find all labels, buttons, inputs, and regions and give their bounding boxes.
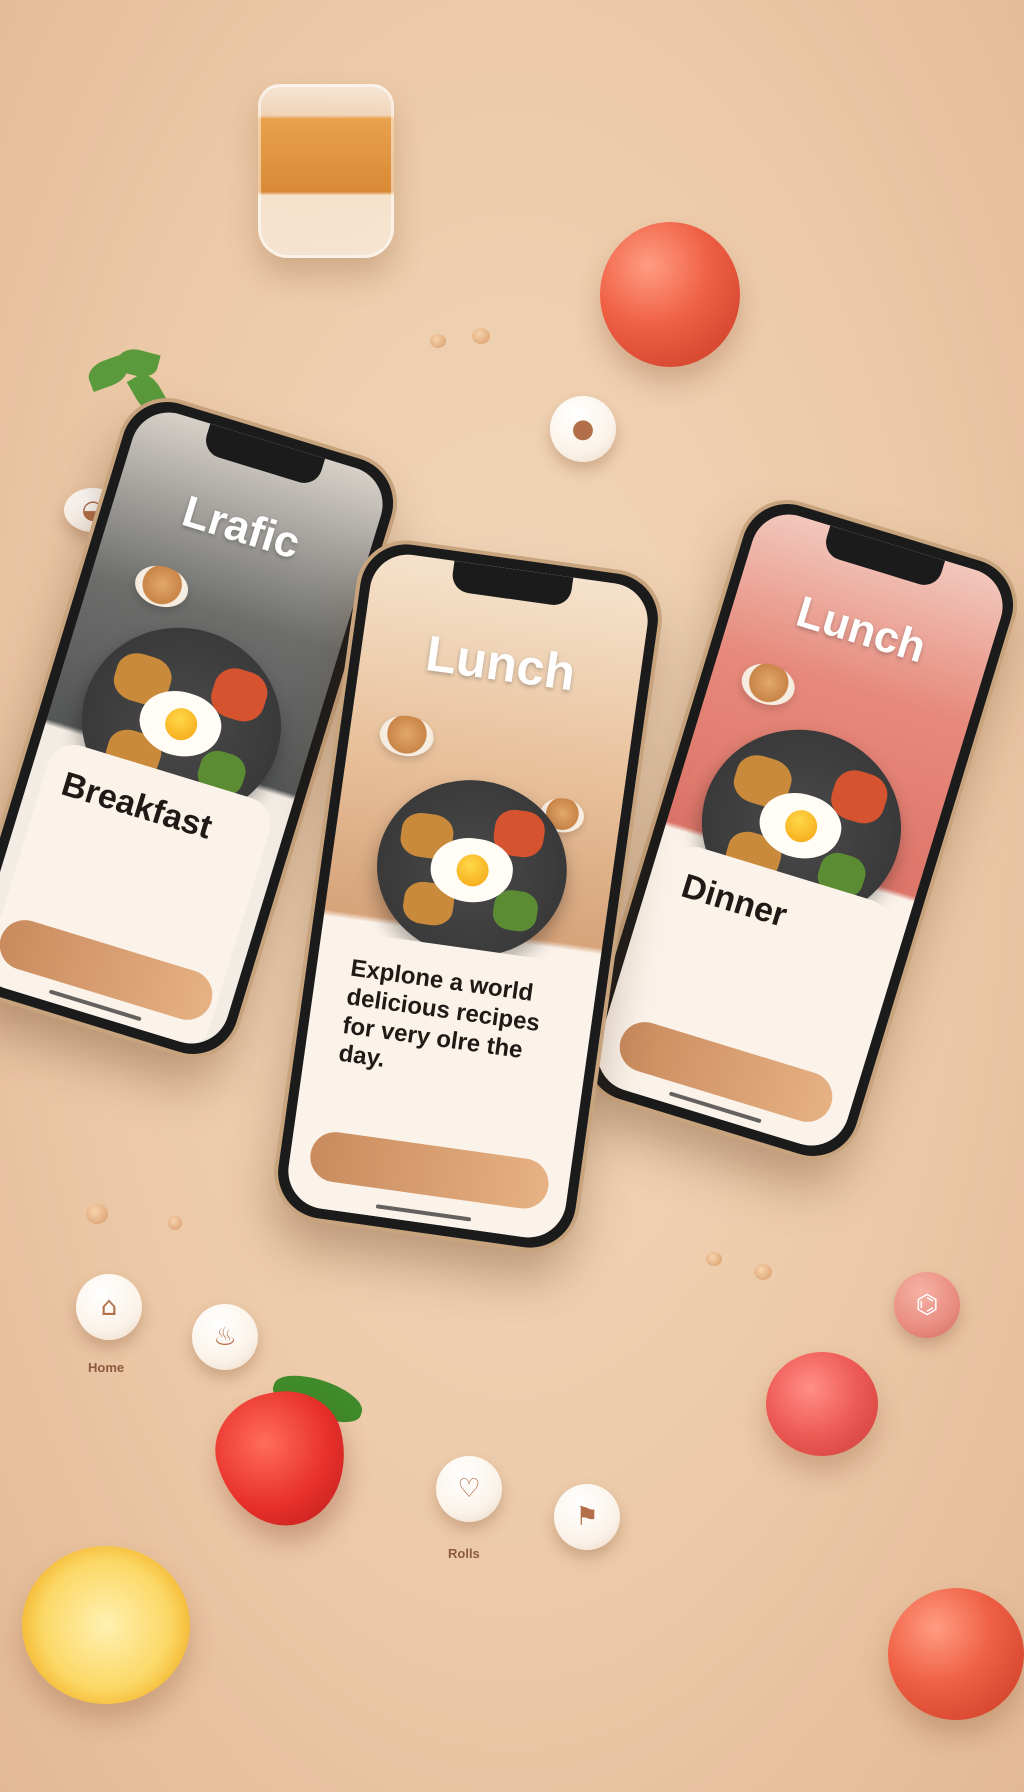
nav-chip-label: Home [88, 1360, 125, 1375]
nav-chip-chef[interactable]: ♨ [192, 1304, 258, 1370]
phone-notch [821, 525, 946, 590]
crumb [706, 1252, 722, 1266]
juice-glass [258, 84, 394, 258]
intro-text: Explone a world delicious recipes for ve… [336, 954, 542, 1074]
heart-icon: ♡ [457, 1474, 481, 1504]
product-scene: ◒ ● ⌂ Home ♨ ♡ Rolls ⚑ ⌬ Lrafic Breakfas… [0, 0, 1024, 1792]
screen-heading: Lunch [422, 625, 579, 702]
basket-icon: ⌬ [915, 1290, 939, 1320]
crumb [430, 334, 446, 348]
phone-notch [201, 423, 326, 488]
dip-bowl [377, 712, 437, 760]
nav-chip-home[interactable]: ⌂ [76, 1274, 142, 1340]
home-icon: ⌂ [100, 1292, 118, 1322]
crumb [86, 1204, 108, 1224]
nav-chip-saved[interactable]: ⚑ [554, 1484, 620, 1550]
nav-chip-favorites[interactable]: ♡ [436, 1456, 502, 1522]
nav-chip-label: Rolls [448, 1546, 480, 1561]
apple [888, 1588, 1024, 1720]
crumb [168, 1216, 182, 1230]
dip-bowl [736, 657, 800, 712]
crumb [472, 328, 490, 344]
dip-bowl [129, 559, 194, 614]
chef-icon: ♨ [213, 1322, 237, 1352]
raspberry [766, 1352, 878, 1456]
nav-chip-basket[interactable]: ⌬ [894, 1272, 960, 1338]
apple [600, 222, 740, 367]
chip-decor: ● [550, 396, 616, 462]
coin-icon: ● [571, 414, 595, 444]
crumb [754, 1264, 772, 1280]
bookmark-icon: ⚑ [575, 1502, 599, 1532]
phone-notch [450, 560, 574, 608]
lemon-slice [22, 1546, 190, 1704]
